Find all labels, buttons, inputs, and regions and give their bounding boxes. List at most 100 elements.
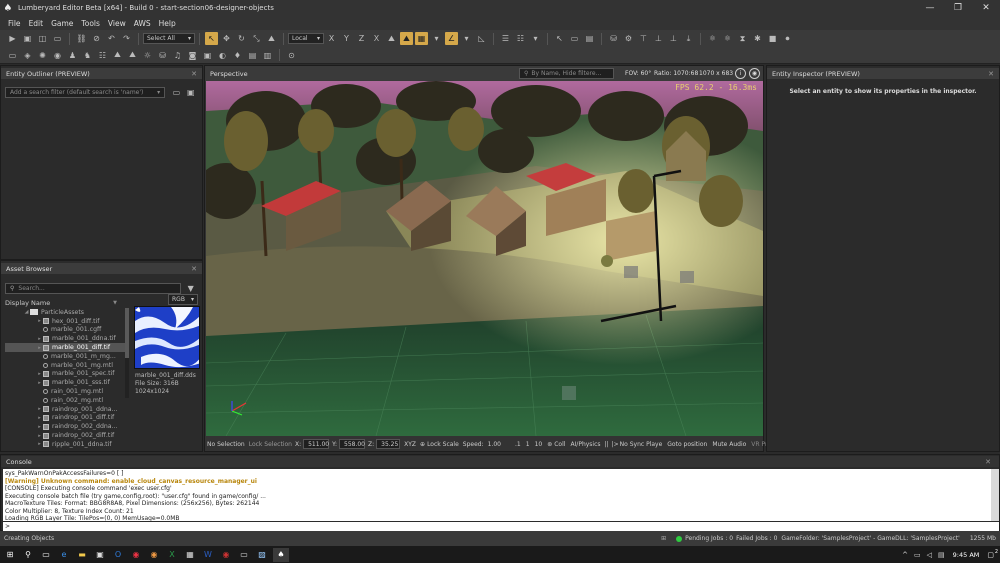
axis-z-icon[interactable]: Z <box>355 32 368 45</box>
minimize-button[interactable]: — <box>916 3 944 13</box>
pause-icon[interactable]: || <box>605 441 609 448</box>
tree-scrollbar[interactable] <box>125 308 129 398</box>
asset-tree-item[interactable]: marble_001_mg.mtl <box>5 361 127 370</box>
speed-1-button[interactable]: 1 <box>526 441 530 448</box>
display-name-header[interactable]: Display Name <box>5 299 50 307</box>
audio-icon[interactable]: ♫ <box>171 49 184 62</box>
excel-icon[interactable]: X <box>165 548 179 562</box>
sun-icon[interactable]: ☼ <box>141 49 154 62</box>
collision-toggle[interactable]: Coll <box>554 441 565 448</box>
filter-icon[interactable]: ▭ <box>170 86 182 99</box>
keyboard-icon[interactable]: ▤ <box>938 551 945 559</box>
outlook-icon[interactable]: O <box>111 548 125 562</box>
asset-tree-item[interactable]: ▸ marble_001_spec.tif <box>5 370 127 379</box>
lock-icon[interactable]: ⊕ <box>420 441 425 448</box>
lock-scale-toggle[interactable]: Lock Scale <box>427 441 459 448</box>
expand-arrow-icon[interactable]: ▸ <box>36 441 43 447</box>
asset-tree-item[interactable]: marble_001.cgff <box>5 326 127 335</box>
close-icon[interactable]: ✕ <box>985 458 991 466</box>
terrain-objects-icon[interactable]: ⛰ <box>400 32 413 45</box>
task-view-icon[interactable]: ▭ <box>39 548 53 562</box>
layout-icon[interactable]: ▥ <box>261 49 274 62</box>
speed-10-button[interactable]: 10 <box>535 441 543 448</box>
snap-grid-icon[interactable]: ▦ <box>415 32 428 45</box>
asset-tree-item[interactable]: ▸ marble_001_sss.tif <box>5 378 127 387</box>
geppetto-icon[interactable]: ♞ <box>81 49 94 62</box>
ui-editor-icon[interactable]: ▣ <box>201 49 214 62</box>
sort-icon[interactable]: ▼ <box>113 300 117 306</box>
ai-physics-toggle[interactable]: AI/Physics <box>570 441 600 448</box>
close-button[interactable]: ✕ <box>972 3 1000 13</box>
edge-icon[interactable]: e <box>57 548 71 562</box>
close-icon[interactable]: ✕ <box>988 70 994 78</box>
asset-tree-item[interactable]: ▸ marble_001_diff.tif <box>5 343 127 352</box>
asset-tree-item[interactable]: ▸ raindrop_001_ddna... <box>5 405 127 414</box>
script-icon[interactable]: ▤ <box>246 49 259 62</box>
expand-arrow-icon[interactable]: ▸ <box>36 433 43 439</box>
folder-icon[interactable]: ▤ <box>583 32 596 45</box>
firefox-icon[interactable]: ◉ <box>147 548 161 562</box>
record-icon[interactable]: ⏺ <box>781 32 794 45</box>
windows-start-icon[interactable]: ⊞ <box>3 548 17 562</box>
menu-tools[interactable]: Tools <box>77 19 103 28</box>
system-tray-chevron-icon[interactable]: ^ <box>902 551 908 559</box>
monitor-icon[interactable]: ▭ <box>6 49 19 62</box>
pending-jobs[interactable]: Pending Jobs : 0 <box>685 535 733 542</box>
expand-arrow-icon[interactable]: ▸ <box>36 424 43 430</box>
asset-tree-item[interactable]: ▸ raindrop_001_diff.tif <box>5 414 127 423</box>
info-icon[interactable]: i <box>735 68 746 79</box>
asset-tree-item[interactable]: rain_001_mg.mtl <box>5 387 127 396</box>
terrain-snap-icon[interactable]: ⛰ <box>265 32 278 45</box>
step-icon[interactable]: |> <box>612 441 619 448</box>
asset-tree-item[interactable]: ▸ ripple_001_ddna.tif <box>5 440 127 449</box>
axis-y-icon[interactable]: Y <box>340 32 353 45</box>
camera-options-icon[interactable]: ◉ <box>749 68 760 79</box>
select-tool-icon[interactable]: ↖ <box>205 32 218 45</box>
store-icon[interactable]: ▣ <box>93 548 107 562</box>
search-icon[interactable]: ⚲ <box>21 548 35 562</box>
link-icon[interactable]: ⛓ <box>75 32 88 45</box>
align-bottom-icon[interactable]: ⊥ <box>667 32 680 45</box>
drop-icon[interactable]: ⤓ <box>682 32 695 45</box>
selection-mask-dropdown[interactable]: Select All ▾ <box>143 33 195 44</box>
play-icon[interactable]: ▶ <box>6 32 19 45</box>
format-dropdown[interactable]: RGB ▾ <box>168 294 198 305</box>
expand-arrow-icon[interactable]: ▸ <box>36 415 43 421</box>
lighting-icon[interactable]: ◐ <box>216 49 229 62</box>
lightbulb-icon[interactable]: ♦ <box>231 49 244 62</box>
axis-xy-icon[interactable]: Ｘ <box>370 32 383 45</box>
pause-icon[interactable]: ▭ <box>51 32 64 45</box>
coordinate-space-dropdown[interactable]: Local ▾ <box>288 33 324 44</box>
media-icon[interactable]: ◉ <box>219 548 233 562</box>
terrain-axis-icon[interactable]: ⛰ <box>385 32 398 45</box>
cursor-icon[interactable]: ↖ <box>553 32 566 45</box>
expand-arrow-icon[interactable]: ▸ <box>36 336 43 342</box>
align-center-icon[interactable]: ⊥ <box>652 32 665 45</box>
console-log[interactable]: sys_PakWarnOnPakAccessFailures=0 [ ] [War… <box>3 469 991 521</box>
x-coord-input[interactable]: 511.00 <box>303 439 330 449</box>
clock[interactable]: 9:45 AM <box>953 551 980 559</box>
calculator-icon[interactable]: ▦ <box>183 548 197 562</box>
connection-icon[interactable]: ⊞ <box>661 535 666 542</box>
notifications-icon[interactable]: ▢ 2 <box>987 549 998 559</box>
goto-position-button[interactable]: Goto position <box>667 441 707 448</box>
menu-edit[interactable]: Edit <box>25 19 48 28</box>
settings-circle-icon[interactable]: ⊙ <box>285 49 298 62</box>
menu-game[interactable]: Game <box>47 19 77 28</box>
console-input[interactable]: > <box>3 522 999 531</box>
viewport-search-input[interactable]: ⚲ By Name, Hide filtere... <box>519 68 614 79</box>
asset-search-input[interactable]: ⚲ Search... <box>5 283 182 294</box>
z-coord-input[interactable]: 35.25 <box>376 439 401 449</box>
move-tool-icon[interactable]: ✥ <box>220 32 233 45</box>
close-icon[interactable]: ✕ <box>191 265 197 273</box>
redo-icon[interactable]: ↷ <box>120 32 133 45</box>
expand-arrow-icon[interactable]: ▸ <box>36 380 43 386</box>
display-options-icon[interactable]: ▣ <box>185 86 197 99</box>
simulate-icon[interactable]: ▣ <box>21 32 34 45</box>
collision-icon[interactable]: ⊛ <box>547 441 552 448</box>
rotate-tool-icon[interactable]: ↻ <box>235 32 248 45</box>
stop-icon[interactable]: ■ <box>766 32 779 45</box>
mute-audio-button[interactable]: Mute Audio <box>712 441 746 448</box>
chrome-icon[interactable]: ◉ <box>129 548 143 562</box>
character-icon[interactable]: ♟ <box>66 49 79 62</box>
